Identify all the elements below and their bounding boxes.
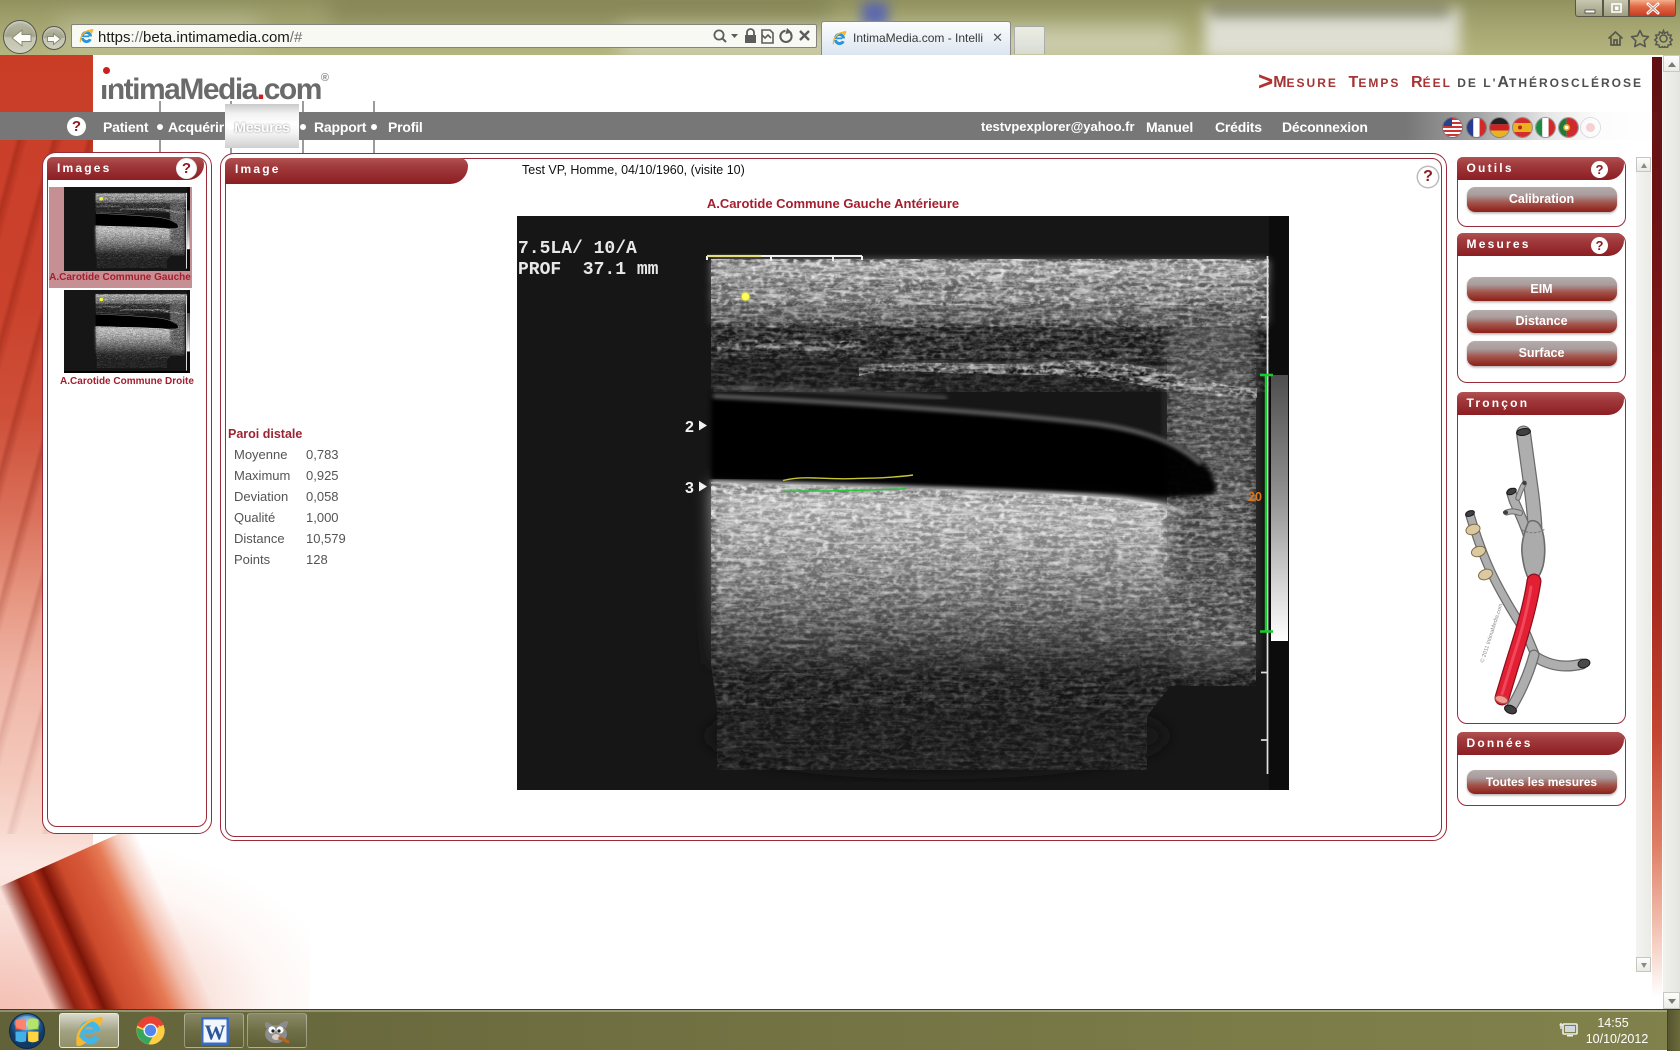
svg-text:3: 3 <box>685 480 694 497</box>
svg-text:7.5LA/ 10/A: 7.5LA/ 10/A <box>518 239 637 259</box>
svg-text:W: W <box>205 1021 226 1045</box>
svg-text:2: 2 <box>685 419 694 436</box>
svg-text:20: 20 <box>1248 490 1262 504</box>
svg-text:PROF 37.1 mm: PROF 37.1 mm <box>518 260 659 280</box>
svg-text:© 2011 IntimaMedia.com: © 2011 IntimaMedia.com <box>1479 602 1505 663</box>
